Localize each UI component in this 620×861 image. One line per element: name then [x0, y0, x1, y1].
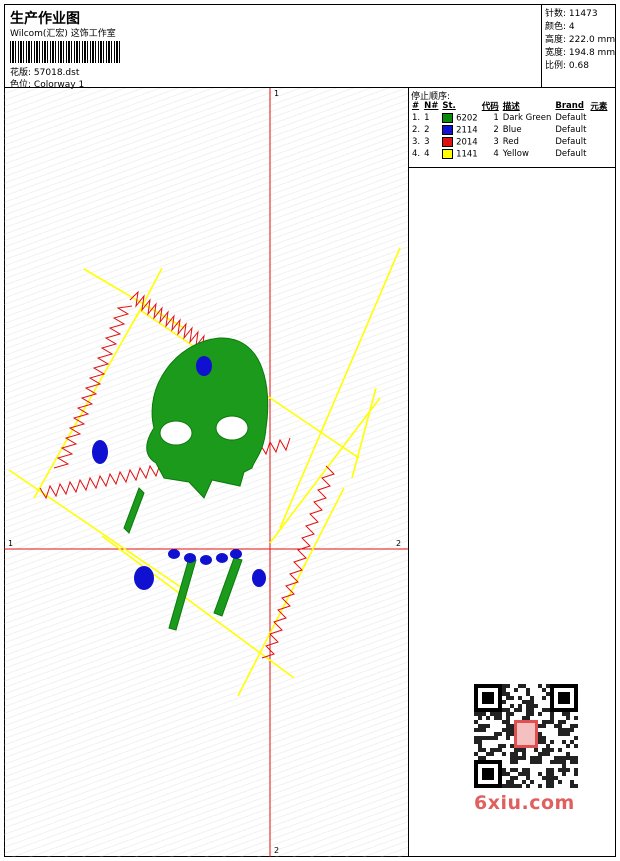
color-swatch	[442, 124, 454, 135]
embroidery-preview: 1 1 2 2	[4, 88, 409, 857]
table-row: 3. 3 2014 3 Red Default	[410, 136, 609, 148]
col-header: 代码	[481, 102, 499, 112]
col-header: #	[412, 101, 420, 111]
thread-code: 6202	[453, 113, 478, 124]
row-n: 1	[424, 113, 430, 123]
watermark-logo: 6xiu.com	[474, 792, 575, 814]
row-code: 2114	[440, 124, 479, 136]
row-index: 4	[493, 149, 499, 159]
row-description: Yellow	[502, 149, 529, 159]
row-number: 1.	[412, 113, 421, 123]
row-code: 1141	[440, 148, 479, 160]
row-brand: Default	[555, 113, 587, 123]
stat-value: 11473	[568, 9, 598, 19]
stat-width: 宽度: 194.8 mm	[545, 45, 615, 58]
row-description: Red	[502, 137, 519, 147]
row-number: 2.	[412, 125, 421, 135]
stats-panel: 针数: 11473 颜色: 4 高度: 222.0 mm 宽度: 194.8 m…	[541, 4, 616, 88]
stat-value: 4	[568, 22, 575, 32]
table-header-row: # N# St. 代码 描述 Brand 元素	[410, 100, 609, 112]
row-brand: Default	[555, 137, 587, 147]
row-code: 6202	[440, 112, 479, 124]
axis-label-top: 1	[274, 89, 279, 98]
thread-code: 2114	[453, 125, 478, 136]
header-panel: 生产作业图 Wilcom(汇宏) 这饰工作室 花版: 57018.dst 色位:…	[4, 4, 542, 90]
row-description: Dark Green	[502, 113, 552, 123]
row-n: 3	[424, 137, 430, 147]
row-element	[588, 148, 609, 160]
qr-code	[470, 680, 582, 792]
design-canvas: 1 1 2 2	[4, 88, 408, 857]
stat-stitches: 针数: 11473	[545, 6, 598, 19]
row-element	[588, 136, 609, 148]
col-header: 描述	[502, 102, 520, 112]
stat-colors: 颜色: 4	[545, 19, 575, 32]
row-element	[588, 124, 609, 136]
col-header: 元素	[590, 102, 608, 112]
row-index: 1	[493, 113, 499, 123]
row-n: 4	[424, 149, 430, 159]
row-n: 2	[424, 125, 430, 135]
row-brand: Default	[555, 149, 587, 159]
row-number: 3.	[412, 137, 421, 147]
color-swatch	[442, 112, 454, 123]
axis-label-right: 2	[396, 539, 401, 548]
row-index: 2	[493, 125, 499, 135]
col-header: Brand	[555, 101, 584, 111]
stat-label: 高度:	[545, 35, 567, 45]
stop-sequence-panel: 停止顺序: # N# St. 代码 描述 Brand 元素 1. 1 6202 1 D…	[409, 88, 616, 168]
sequence-table: # N# St. 代码 描述 Brand 元素 1. 1 6202 1 Dark Gr…	[410, 100, 609, 160]
stat-value: 0.68	[568, 61, 589, 71]
color-swatch	[442, 148, 454, 159]
axis-label-left: 1	[8, 539, 13, 548]
color-swatch	[442, 136, 454, 147]
thread-code: 2014	[453, 137, 478, 148]
stat-height: 高度: 222.0 mm	[545, 32, 615, 45]
stat-label: 宽度:	[545, 48, 567, 58]
row-description: Blue	[502, 125, 522, 135]
page-title: 生产作业图	[10, 11, 80, 27]
table-row: 1. 1 6202 1 Dark Green Default	[410, 112, 609, 124]
stat-value: 222.0 mm	[568, 35, 616, 45]
stat-scale: 比例: 0.68	[545, 58, 589, 71]
stat-label: 针数:	[545, 9, 567, 19]
col-header: St.	[442, 101, 456, 111]
row-element	[588, 112, 609, 124]
stat-label: 比例:	[545, 61, 567, 71]
col-header: N#	[424, 101, 439, 111]
row-index: 3	[493, 137, 499, 147]
row-number: 4.	[412, 149, 421, 159]
row-code: 2014	[440, 136, 479, 148]
stat-label: 颜色:	[545, 22, 567, 32]
row-brand: Default	[555, 125, 587, 135]
axis-label-bottom: 2	[274, 846, 279, 855]
page-subtitle: Wilcom(汇宏) 这饰工作室	[10, 29, 116, 39]
stat-value: 194.8 mm	[568, 48, 616, 58]
table-row: 4. 4 1141 4 Yellow Default	[410, 148, 609, 160]
thread-code: 1141	[453, 149, 478, 160]
table-row: 2. 2 2114 2 Blue Default	[410, 124, 609, 136]
barcode	[10, 41, 120, 63]
